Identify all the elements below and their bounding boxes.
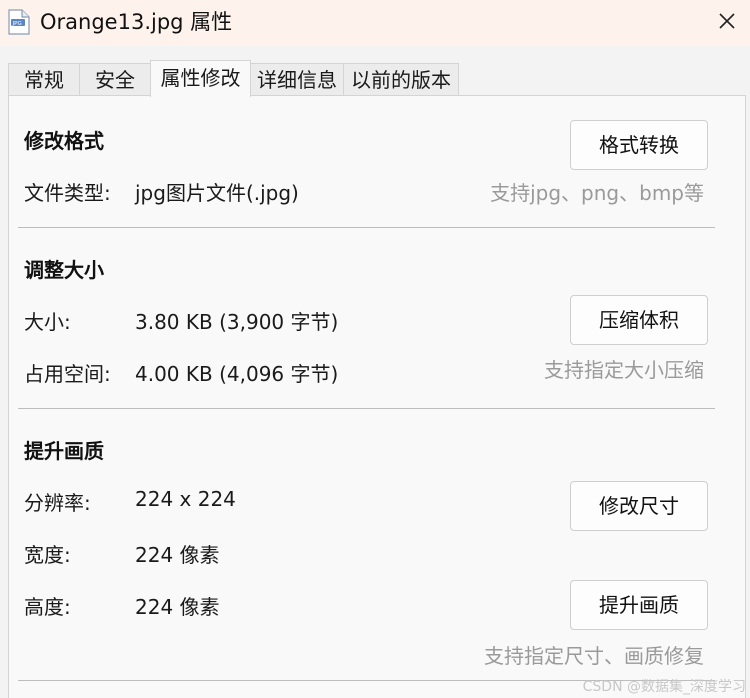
tab-strip: 常规 安全 属性修改 详细信息 以前的版本 bbox=[0, 60, 750, 97]
size-section-heading: 调整大小 bbox=[24, 258, 104, 282]
format-hint: 支持jpg、png、bmp等 bbox=[490, 181, 704, 205]
tab-property-edit[interactable]: 属性修改 bbox=[150, 60, 251, 97]
file-type-label: 文件类型: bbox=[24, 181, 111, 205]
size-label: 大小: bbox=[24, 310, 71, 334]
quality-section-heading: 提升画质 bbox=[24, 439, 104, 463]
height-value: 224 像素 bbox=[135, 595, 220, 619]
size-hint: 支持指定大小压缩 bbox=[544, 358, 704, 382]
width-value: 224 像素 bbox=[135, 543, 220, 567]
jpg-file-icon: JPG bbox=[8, 9, 30, 35]
height-label: 高度: bbox=[24, 595, 71, 619]
disk-size-value: 4.00 KB (4,096 字节) bbox=[135, 362, 339, 386]
quality-hint: 支持指定尺寸、画质修复 bbox=[484, 644, 704, 668]
tab-security[interactable]: 安全 bbox=[79, 63, 151, 96]
section-divider bbox=[18, 408, 715, 409]
tab-previous-versions[interactable]: 以前的版本 bbox=[343, 63, 459, 96]
disk-size-label: 占用空间: bbox=[24, 362, 111, 386]
resolution-value: 224 x 224 bbox=[135, 487, 236, 511]
watermark: CSDN @数据集_深度学习 bbox=[582, 679, 746, 695]
resize-button[interactable]: 修改尺寸 bbox=[570, 481, 708, 531]
tab-details[interactable]: 详细信息 bbox=[250, 63, 344, 96]
title-bar: JPG Orange13.jpg 属性 bbox=[0, 0, 750, 46]
close-icon bbox=[718, 12, 736, 34]
tab-general[interactable]: 常规 bbox=[8, 63, 80, 96]
compress-button[interactable]: 压缩体积 bbox=[570, 295, 708, 345]
width-label: 宽度: bbox=[24, 543, 71, 567]
section-divider bbox=[18, 227, 715, 228]
close-button[interactable] bbox=[704, 0, 750, 46]
convert-format-button[interactable]: 格式转换 bbox=[570, 120, 708, 170]
svg-text:JPG: JPG bbox=[12, 21, 22, 27]
format-section-heading: 修改格式 bbox=[24, 129, 104, 153]
resolution-label: 分辨率: bbox=[24, 491, 91, 515]
window-title: Orange13.jpg 属性 bbox=[40, 10, 233, 34]
size-value: 3.80 KB (3,900 字节) bbox=[135, 310, 339, 334]
file-type-value: jpg图片文件(.jpg) bbox=[135, 181, 299, 205]
enhance-quality-button[interactable]: 提升画质 bbox=[570, 580, 708, 630]
